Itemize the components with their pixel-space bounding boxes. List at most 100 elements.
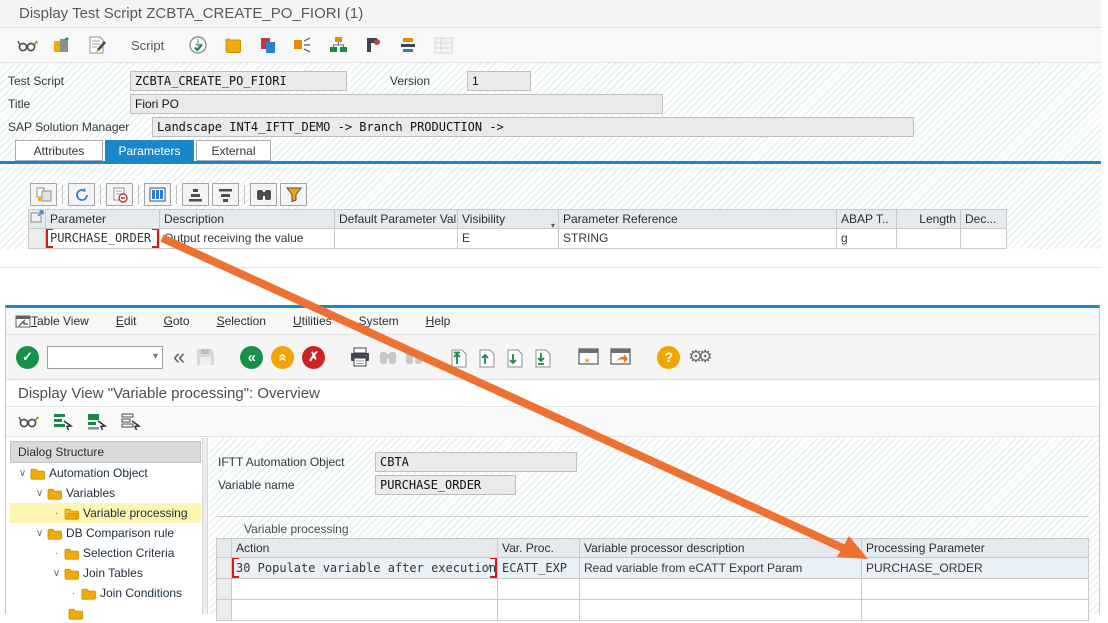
create-shortcut-icon[interactable] (609, 347, 633, 367)
delete-row-icon[interactable] (106, 183, 133, 206)
page-down-icon[interactable] (505, 347, 525, 368)
chevron-expanded-icon[interactable]: ∨ (50, 568, 63, 579)
column-header-description[interactable]: Description (160, 209, 335, 229)
cell-dec[interactable] (961, 229, 1007, 249)
edit-script-icon[interactable] (86, 34, 108, 56)
column-header-dec[interactable]: Dec... (961, 209, 1007, 229)
sort-descending-icon[interactable] (212, 183, 239, 206)
display-change-glasses-icon[interactable] (18, 413, 39, 430)
find-icon[interactable] (250, 183, 277, 206)
refresh-icon[interactable] (68, 183, 95, 206)
execute-icon[interactable] (187, 34, 209, 56)
cell-parameter[interactable]: PURCHASE_ORDER (46, 229, 160, 249)
last-page-icon[interactable] (533, 347, 553, 368)
enter-icon[interactable]: ✓ (16, 346, 39, 369)
solution-manager-field[interactable]: Landscape INT4_IFTT_DEMO -> Branch PRODU… (152, 117, 914, 137)
menu-selection[interactable]: Selection (217, 314, 266, 328)
column-header-action[interactable]: Action (232, 538, 498, 558)
tab-external[interactable]: External (196, 140, 271, 161)
menu-utilities[interactable]: Utilities (293, 314, 332, 328)
column-header-abap-type[interactable]: ABAP T.. (837, 209, 897, 229)
test-script-field[interactable]: ZCBTA_CREATE_PO_FIORI (130, 71, 347, 91)
exit-icon[interactable]: « (271, 346, 294, 369)
column-header-parameter-reference[interactable]: Parameter Reference (559, 209, 837, 229)
table-settings-icon[interactable] (144, 183, 171, 206)
command-field[interactable]: ▾ (47, 346, 163, 369)
cell-processing-parameter[interactable] (862, 600, 1089, 621)
copy-pages-icon[interactable] (257, 34, 279, 56)
cell-var-proc[interactable] (498, 600, 580, 621)
cell-parameter-reference[interactable]: STRING (559, 229, 837, 249)
select-all-cell[interactable] (216, 538, 232, 558)
chevron-expanded-icon[interactable]: ∨ (33, 488, 46, 499)
new-session-icon[interactable] (577, 347, 601, 367)
title-field[interactable]: Fiori PO (130, 94, 663, 114)
row-selector-cell[interactable] (28, 229, 46, 249)
display-glasses-icon[interactable] (16, 34, 38, 56)
menu-help[interactable]: Help (426, 314, 451, 328)
script-menu-label[interactable]: Script (131, 38, 164, 53)
chevron-expanded-icon[interactable]: ∨ (16, 468, 29, 479)
row-selector-cell[interactable] (216, 600, 232, 621)
version-field[interactable]: 1 (467, 71, 531, 91)
row-selector-cell[interactable] (216, 558, 232, 579)
cell-processing-parameter[interactable]: PURCHASE_ORDER (862, 558, 1089, 579)
choose-all-icon[interactable] (53, 413, 73, 431)
menu-system[interactable]: System (359, 314, 399, 328)
tree-item-db-comparison-rule[interactable]: ∨ DB Comparison rule (10, 523, 201, 543)
row-selector-cell[interactable] (216, 579, 232, 600)
sort-layers-icon[interactable] (397, 34, 419, 56)
cell-processor-description[interactable] (580, 600, 862, 621)
tab-parameters[interactable]: Parameters (105, 140, 194, 161)
tree-item-variables[interactable]: ∨ Variables (10, 483, 201, 503)
cell-visibility[interactable]: E (458, 229, 559, 249)
page-up-icon[interactable] (477, 347, 497, 368)
cell-description[interactable]: Output receiving the value (160, 229, 335, 249)
tree-item-join-conditions[interactable]: · Join Conditions (10, 583, 201, 603)
cell-var-proc[interactable] (498, 579, 580, 600)
column-header-parameter[interactable]: Parameter (46, 209, 160, 229)
panel-splitter[interactable] (202, 438, 208, 614)
menu-table-view[interactable]: Table View (31, 314, 89, 328)
column-header-length[interactable]: Length (897, 209, 961, 229)
sort-ascending-icon[interactable] (182, 183, 209, 206)
pattern-tool-icon[interactable] (362, 34, 384, 56)
tree-item-selection-criteria[interactable]: · Selection Criteria (10, 543, 201, 563)
tree-item-variable-processing[interactable]: · Variable processing (10, 503, 201, 523)
choose-block-icon[interactable] (87, 413, 107, 431)
column-header-default-value[interactable]: Default Parameter Val.. (335, 209, 458, 229)
cell-default-value[interactable] (335, 229, 458, 249)
chevron-down-icon[interactable]: ∨ (485, 558, 491, 578)
tree-item-partial[interactable] (10, 603, 201, 623)
split-screen-icon[interactable] (292, 34, 314, 56)
cell-action-dropdown[interactable] (232, 600, 498, 621)
open-folder-icon[interactable] (222, 34, 244, 56)
chevron-down-icon[interactable]: ▾ (153, 351, 158, 362)
tree-item-join-tables[interactable]: ∨ Join Tables (10, 563, 201, 583)
column-header-processing-parameter[interactable]: Processing Parameter (862, 538, 1089, 558)
column-header-processor-description[interactable]: Variable processor description (580, 538, 862, 558)
column-header-var-proc[interactable]: Var. Proc. (498, 538, 580, 558)
variable-name-field[interactable]: PURCHASE_ORDER (375, 475, 516, 495)
cell-var-proc[interactable]: ECATT_EXP (498, 558, 580, 579)
menu-edit[interactable]: Edit (116, 314, 137, 328)
tab-attributes[interactable]: Attributes (15, 140, 103, 161)
first-page-icon[interactable] (449, 347, 469, 368)
cell-action-dropdown[interactable]: 30 Populate variable after execution ∨ (232, 558, 498, 579)
cell-action-dropdown[interactable] (232, 579, 498, 600)
collapse-icon[interactable]: « (173, 347, 185, 367)
automation-object-field[interactable]: CBTA (375, 452, 577, 472)
details-icon[interactable] (30, 183, 57, 206)
cell-processor-description[interactable] (580, 579, 862, 600)
menu-goto[interactable]: Goto (164, 314, 190, 328)
tree-item-automation-object[interactable]: ∨ Automation Object (10, 463, 201, 483)
copy-object-icon[interactable] (51, 34, 73, 56)
help-icon[interactable]: ? (657, 346, 680, 369)
cell-length[interactable] (897, 229, 961, 249)
select-all-cell[interactable] (28, 209, 46, 229)
back-icon[interactable]: « (240, 346, 263, 369)
cell-processor-description[interactable]: Read variable from eCATT Export Param (580, 558, 862, 579)
customize-icon[interactable]: ⚙⚙ (688, 347, 706, 367)
column-header-visibility[interactable]: Visibility▾ (458, 209, 559, 229)
chevron-expanded-icon[interactable]: ∨ (33, 528, 46, 539)
